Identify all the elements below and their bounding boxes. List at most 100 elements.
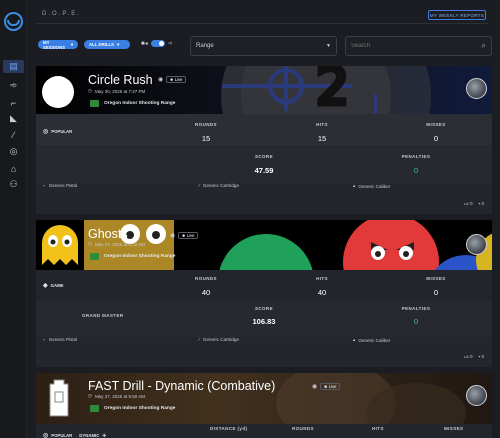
engagement-row: 👍︎ 0 ▪ 0 (464, 354, 484, 360)
card-date-row: ◷ May 27, 2025 at 5:18 AM (88, 241, 145, 247)
target-icon: ◎ (43, 129, 49, 135)
range-icon (90, 100, 99, 107)
nav-ammo[interactable]: ⁄ (3, 128, 24, 141)
weekly-reports-button[interactable]: MY WEEKLY REPORTS (428, 10, 486, 20)
camera-icon: ■ (182, 233, 185, 238)
session-card[interactable]: Ghosts ◉ ■ Live ◷ May 27, 2025 at 5:18 AM… (36, 220, 492, 367)
range-select[interactable]: Range ▼ (190, 36, 337, 56)
rounds-label: ROUNDS (195, 276, 217, 281)
caliber-item[interactable]: ▴ Generic Caliber (353, 183, 390, 189)
search-input[interactable] (351, 43, 471, 49)
drills-filter-chip[interactable]: ALL DRILLS ▾ (84, 40, 130, 49)
caliber-item[interactable]: ▴ Generic Caliber (353, 337, 390, 343)
bullet-icon: ⁄ (199, 337, 200, 342)
clock-icon: ◷ (88, 241, 92, 246)
score-stat: SCORE 47.59 (224, 154, 304, 175)
avatar[interactable] (466, 78, 487, 99)
penalties-value: 0 (413, 166, 419, 175)
comment-count: 0 (481, 354, 484, 359)
distance-label: DISTANCE (yd) (210, 426, 248, 431)
comment-button[interactable]: ▪ 0 (479, 201, 484, 207)
rounds-label: ROUNDS (195, 122, 217, 127)
card-title[interactable]: Circle Rush (88, 73, 153, 87)
like-count: 0 (469, 201, 473, 206)
score-stat: SCORE 106.83 (224, 306, 304, 326)
card-title[interactable]: Ghosts (88, 227, 128, 241)
app-logo-icon[interactable] (4, 12, 23, 31)
session-card[interactable]: 2 Circle Rush ◉ ■ Live ◷ May 30, 2025 at … (36, 66, 492, 214)
nav-rifles[interactable]: ➾ (3, 79, 24, 92)
runner-icon: ✣ (102, 432, 106, 438)
rounds-value: 40 (201, 288, 211, 297)
search-icon[interactable]: ⌕ (482, 41, 486, 51)
engagement-row: 👍︎ 0 ▪ 0 (464, 201, 484, 207)
range-icon (90, 253, 99, 260)
group-icon: ⚇ (9, 179, 18, 189)
search-box[interactable]: ⌕ (345, 36, 492, 56)
target-icon: ◎ (9, 146, 18, 156)
card-range[interactable]: Oregon Indoor Shooting Range (104, 406, 175, 411)
live-toggle-group: ■◂ ➾ (141, 40, 173, 47)
live-label: Live (174, 77, 183, 82)
comment-count: 0 (481, 201, 484, 206)
header-divider (36, 23, 488, 24)
rifle-icon: ➾ (167, 41, 173, 47)
avatar[interactable] (466, 385, 487, 406)
misses-label: MISSES (426, 276, 446, 281)
session-card[interactable]: FAST Drill - Dynamic (Combative) ◉ ■ Live… (36, 373, 492, 438)
card-range-row: Oregon Indoor Shooting Range (90, 405, 175, 412)
nav-pistols[interactable]: ⌐ (3, 96, 24, 109)
ammo-label: Generic Cartridge (202, 183, 240, 188)
gamepad-icon: ◆ (43, 283, 48, 289)
hits-label: HITS (372, 426, 384, 431)
live-badge: ■ Live (166, 76, 187, 83)
hits-stat: HITS 15 (282, 122, 362, 143)
popular-tag: ◎ POPULAR DYNAMIC ✣ (43, 432, 106, 438)
like-count: 0 (469, 354, 473, 359)
card-range[interactable]: Oregon Indoor Shooting Range (104, 101, 175, 106)
rounds-stat: ROUNDS 15 (166, 122, 246, 143)
penalties-label: PENALTIES (401, 154, 431, 159)
caliber-icon: ▴ (353, 183, 356, 188)
caret-down-icon: ▼ (326, 43, 331, 49)
like-button[interactable]: 👍︎ 0 (464, 201, 473, 207)
card-date: May 27, 2025 at 5:50 AM (94, 393, 145, 399)
nav-ranges[interactable]: ⌂ (3, 162, 24, 175)
firearm-item[interactable]: ⌐ Generic Pistol (43, 183, 77, 188)
nav-gear[interactable]: ◣ (3, 112, 24, 125)
firearm-item[interactable]: ⌐ Generic Pistol (43, 337, 77, 342)
live-toggle[interactable] (150, 40, 165, 47)
clock-icon: ◷ (88, 393, 92, 398)
card-title[interactable]: FAST Drill - Dynamic (Combative) (88, 379, 275, 393)
card-range-row: Oregon Indoor Shooting Range (90, 100, 175, 107)
card-date: May 30, 2025 at 7:47 PM (94, 88, 146, 94)
live-badge: ■ Live (320, 383, 341, 390)
eye-icon: ◉ (158, 77, 164, 83)
nav-groups[interactable]: ⚇ (3, 178, 24, 191)
hits-label: HITS (316, 276, 328, 281)
avatar[interactable] (466, 234, 487, 255)
nav-sessions[interactable]: ▤ (3, 60, 24, 73)
penalties-value: 0 (413, 317, 419, 326)
svg-text:2: 2 (316, 66, 349, 114)
ammo-item[interactable]: ⁄ Generic Cartridge (199, 183, 239, 188)
rank-label: GRAND MASTER (82, 313, 124, 318)
card-date-row: ◷ May 27, 2025 at 5:50 AM (88, 393, 145, 399)
ammo-item[interactable]: ⁄ Generic Cartridge (199, 337, 239, 342)
caliber-icon: ▴ (353, 337, 356, 342)
nav-targets[interactable]: ◎ (3, 145, 24, 158)
sessions-filter-chip[interactable]: MY SESSIONS ▾ (38, 40, 78, 50)
card-range[interactable]: Oregon Indoor Shooting Range (104, 254, 175, 259)
comment-button[interactable]: ▪ 0 (479, 354, 484, 360)
pistol-icon: ⌐ (10, 97, 17, 108)
gear-row: ⌐ Generic Pistol ⁄ Generic Cartridge ▴ Gene… (36, 183, 492, 195)
penalties-stat: PENALTIES 0 (376, 306, 456, 326)
penalties-label: PENALTIES (401, 306, 431, 311)
tag-label: POPULAR (51, 433, 73, 438)
pistol-icon: ⌐ (43, 337, 46, 342)
like-button[interactable]: 👍︎ 0 (464, 354, 473, 360)
sessions-icon: ▤ (9, 61, 18, 71)
score-label: SCORE (254, 306, 273, 311)
popular-tag: ◎ POPULAR (43, 128, 72, 135)
drills-chip-label: ALL DRILLS (89, 42, 114, 47)
